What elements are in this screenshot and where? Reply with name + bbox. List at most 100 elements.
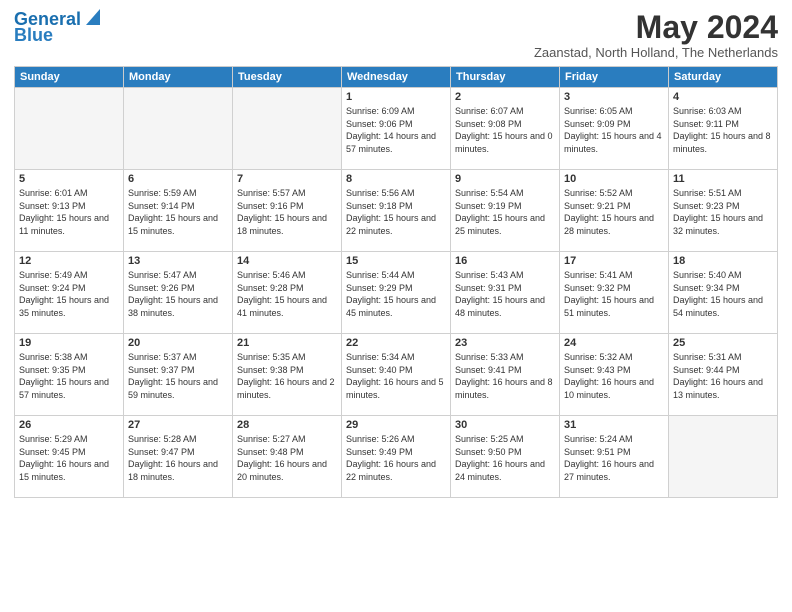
table-row: 10 Sunrise: 5:52 AMSunset: 9:21 PMDayligh… [560,170,669,252]
day-info: Sunrise: 5:43 AMSunset: 9:31 PMDaylight:… [455,269,555,319]
day-info: Sunrise: 5:35 AMSunset: 9:38 PMDaylight:… [237,351,337,401]
table-row: 23 Sunrise: 5:33 AMSunset: 9:41 PMDayligh… [451,334,560,416]
day-info: Sunrise: 5:40 AMSunset: 9:34 PMDaylight:… [673,269,773,319]
calendar-week-row: 1 Sunrise: 6:09 AMSunset: 9:06 PMDaylight… [15,88,778,170]
day-info: Sunrise: 6:09 AMSunset: 9:06 PMDaylight:… [346,105,446,155]
day-info: Sunrise: 5:54 AMSunset: 9:19 PMDaylight:… [455,187,555,237]
day-number: 19 [19,337,119,349]
day-number: 27 [128,419,228,431]
day-number: 9 [455,173,555,185]
day-number: 21 [237,337,337,349]
day-info: Sunrise: 6:07 AMSunset: 9:08 PMDaylight:… [455,105,555,155]
day-number: 31 [564,419,664,431]
table-row: 14 Sunrise: 5:46 AMSunset: 9:28 PMDayligh… [233,252,342,334]
calendar-header-row: Sunday Monday Tuesday Wednesday Thursday… [15,67,778,88]
col-thursday: Thursday [451,67,560,88]
day-info: Sunrise: 5:59 AMSunset: 9:14 PMDaylight:… [128,187,228,237]
calendar-week-row: 5Sunrise: 6:01 AMSunset: 9:13 PMDaylight… [15,170,778,252]
col-sunday: Sunday [15,67,124,88]
day-number: 15 [346,255,446,267]
day-number: 18 [673,255,773,267]
table-row: 30 Sunrise: 5:25 AMSunset: 9:50 PMDayligh… [451,416,560,498]
day-info: Sunrise: 6:03 AMSunset: 9:11 PMDaylight:… [673,105,773,155]
header: General Blue May 2024 Zaanstad, North Ho… [14,10,778,60]
table-row: 31Sunrise: 5:24 AMSunset: 9:51 PMDayligh… [560,416,669,498]
table-row: 19 Sunrise: 5:38 AMSunset: 9:35 PMDayligh… [15,334,124,416]
table-row [15,88,124,170]
day-info: Sunrise: 5:51 AMSunset: 9:23 PMDaylight:… [673,187,773,237]
table-row: 21 Sunrise: 5:35 AMSunset: 9:38 PMDayligh… [233,334,342,416]
table-row: 20 Sunrise: 5:37 AMSunset: 9:37 PMDayligh… [124,334,233,416]
day-info: Sunrise: 5:46 AMSunset: 9:28 PMDaylight:… [237,269,337,319]
table-row: 26Sunrise: 5:29 AMSunset: 9:45 PMDayligh… [15,416,124,498]
day-number: 25 [673,337,773,349]
table-row: 8 Sunrise: 5:56 AMSunset: 9:18 PMDaylight… [342,170,451,252]
day-info: Sunrise: 6:05 AMSunset: 9:09 PMDaylight:… [564,105,664,155]
day-number: 20 [128,337,228,349]
day-number: 10 [564,173,664,185]
day-number: 1 [346,91,446,103]
day-info: Sunrise: 5:37 AMSunset: 9:37 PMDaylight:… [128,351,228,401]
day-number: 8 [346,173,446,185]
table-row: 1 Sunrise: 6:09 AMSunset: 9:06 PMDaylight… [342,88,451,170]
table-row: 12Sunrise: 5:49 AMSunset: 9:24 PMDayligh… [15,252,124,334]
day-number: 3 [564,91,664,103]
day-info: Sunrise: 5:32 AMSunset: 9:43 PMDaylight:… [564,351,664,401]
day-info: Sunrise: 5:56 AMSunset: 9:18 PMDaylight:… [346,187,446,237]
table-row: 16 Sunrise: 5:43 AMSunset: 9:31 PMDayligh… [451,252,560,334]
col-tuesday: Tuesday [233,67,342,88]
day-number: 23 [455,337,555,349]
month-title: May 2024 [534,10,778,45]
day-info: Sunrise: 5:31 AMSunset: 9:44 PMDaylight:… [673,351,773,401]
logo-triangle-icon [82,9,100,27]
page: General Blue May 2024 Zaanstad, North Ho… [0,0,792,612]
calendar-week-row: 26Sunrise: 5:29 AMSunset: 9:45 PMDayligh… [15,416,778,498]
title-section: May 2024 Zaanstad, North Holland, The Ne… [534,10,778,60]
day-number: 2 [455,91,555,103]
day-info: Sunrise: 5:26 AMSunset: 9:49 PMDaylight:… [346,433,446,483]
logo-blue-text: Blue [14,26,53,46]
day-info: Sunrise: 5:52 AMSunset: 9:21 PMDaylight:… [564,187,664,237]
table-row: 13 Sunrise: 5:47 AMSunset: 9:26 PMDayligh… [124,252,233,334]
day-info: Sunrise: 5:44 AMSunset: 9:29 PMDaylight:… [346,269,446,319]
table-row: 25 Sunrise: 5:31 AMSunset: 9:44 PMDayligh… [669,334,778,416]
day-number: 30 [455,419,555,431]
table-row: 28 Sunrise: 5:27 AMSunset: 9:48 PMDayligh… [233,416,342,498]
day-info: Sunrise: 5:47 AMSunset: 9:26 PMDaylight:… [128,269,228,319]
table-row: 18 Sunrise: 5:40 AMSunset: 9:34 PMDayligh… [669,252,778,334]
table-row [233,88,342,170]
logo: General Blue [14,10,100,46]
day-number: 14 [237,255,337,267]
day-number: 28 [237,419,337,431]
day-number: 13 [128,255,228,267]
day-info: Sunrise: 5:33 AMSunset: 9:41 PMDaylight:… [455,351,555,401]
calendar-week-row: 12Sunrise: 5:49 AMSunset: 9:24 PMDayligh… [15,252,778,334]
table-row [124,88,233,170]
table-row: 9 Sunrise: 5:54 AMSunset: 9:19 PMDaylight… [451,170,560,252]
day-number: 16 [455,255,555,267]
table-row: 24 Sunrise: 5:32 AMSunset: 9:43 PMDayligh… [560,334,669,416]
table-row: 3 Sunrise: 6:05 AMSunset: 9:09 PMDaylight… [560,88,669,170]
day-number: 6 [128,173,228,185]
table-row: 22 Sunrise: 5:34 AMSunset: 9:40 PMDayligh… [342,334,451,416]
day-info: Sunrise: 5:38 AMSunset: 9:35 PMDaylight:… [19,351,119,401]
day-number: 22 [346,337,446,349]
table-row: 27Sunrise: 5:28 AMSunset: 9:47 PMDayligh… [124,416,233,498]
table-row: 11 Sunrise: 5:51 AMSunset: 9:23 PMDayligh… [669,170,778,252]
calendar-table: Sunday Monday Tuesday Wednesday Thursday… [14,66,778,498]
day-info: Sunrise: 5:25 AMSunset: 9:50 PMDaylight:… [455,433,555,483]
col-wednesday: Wednesday [342,67,451,88]
day-number: 17 [564,255,664,267]
day-number: 24 [564,337,664,349]
table-row: 2 Sunrise: 6:07 AMSunset: 9:08 PMDaylight… [451,88,560,170]
table-row: 6 Sunrise: 5:59 AMSunset: 9:14 PMDaylight… [124,170,233,252]
col-saturday: Saturday [669,67,778,88]
table-row: 5Sunrise: 6:01 AMSunset: 9:13 PMDaylight… [15,170,124,252]
day-number: 11 [673,173,773,185]
day-number: 29 [346,419,446,431]
table-row: 17Sunrise: 5:41 AMSunset: 9:32 PMDayligh… [560,252,669,334]
table-row [669,416,778,498]
day-number: 26 [19,419,119,431]
day-info: Sunrise: 5:27 AMSunset: 9:48 PMDaylight:… [237,433,337,483]
day-info: Sunrise: 5:34 AMSunset: 9:40 PMDaylight:… [346,351,446,401]
